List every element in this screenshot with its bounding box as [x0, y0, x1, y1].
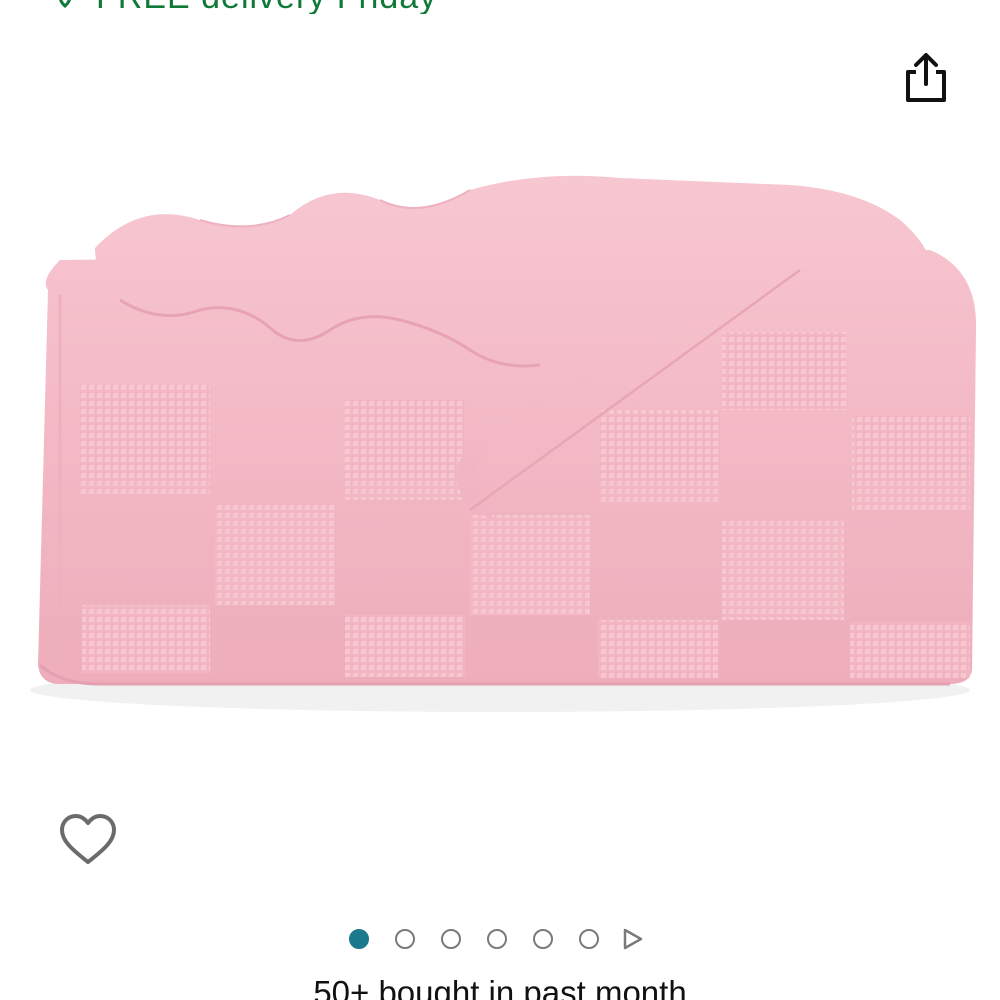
- carousel-dot[interactable]: [395, 929, 415, 949]
- bought-in-past-month: 50+ bought in past month: [313, 974, 687, 1000]
- leaf-icon: [59, 0, 71, 8]
- image-carousel-indicator: [336, 924, 644, 954]
- play-triangle-icon[interactable]: [622, 927, 644, 951]
- product-detail-page: FREE delivery Friday: [0, 0, 1000, 1000]
- delivery-banner: FREE delivery Friday: [0, 0, 1000, 14]
- carousel-dot[interactable]: [349, 929, 369, 949]
- carousel-dot[interactable]: [533, 929, 553, 949]
- share-icon[interactable]: [900, 50, 952, 106]
- heart-outline-icon[interactable]: [58, 812, 118, 868]
- carousel-dot[interactable]: [441, 929, 461, 949]
- carousel-dot[interactable]: [579, 929, 599, 949]
- product-image[interactable]: [0, 160, 1000, 740]
- carousel-dot[interactable]: [487, 929, 507, 949]
- delivery-text: FREE delivery Friday: [96, 0, 437, 14]
